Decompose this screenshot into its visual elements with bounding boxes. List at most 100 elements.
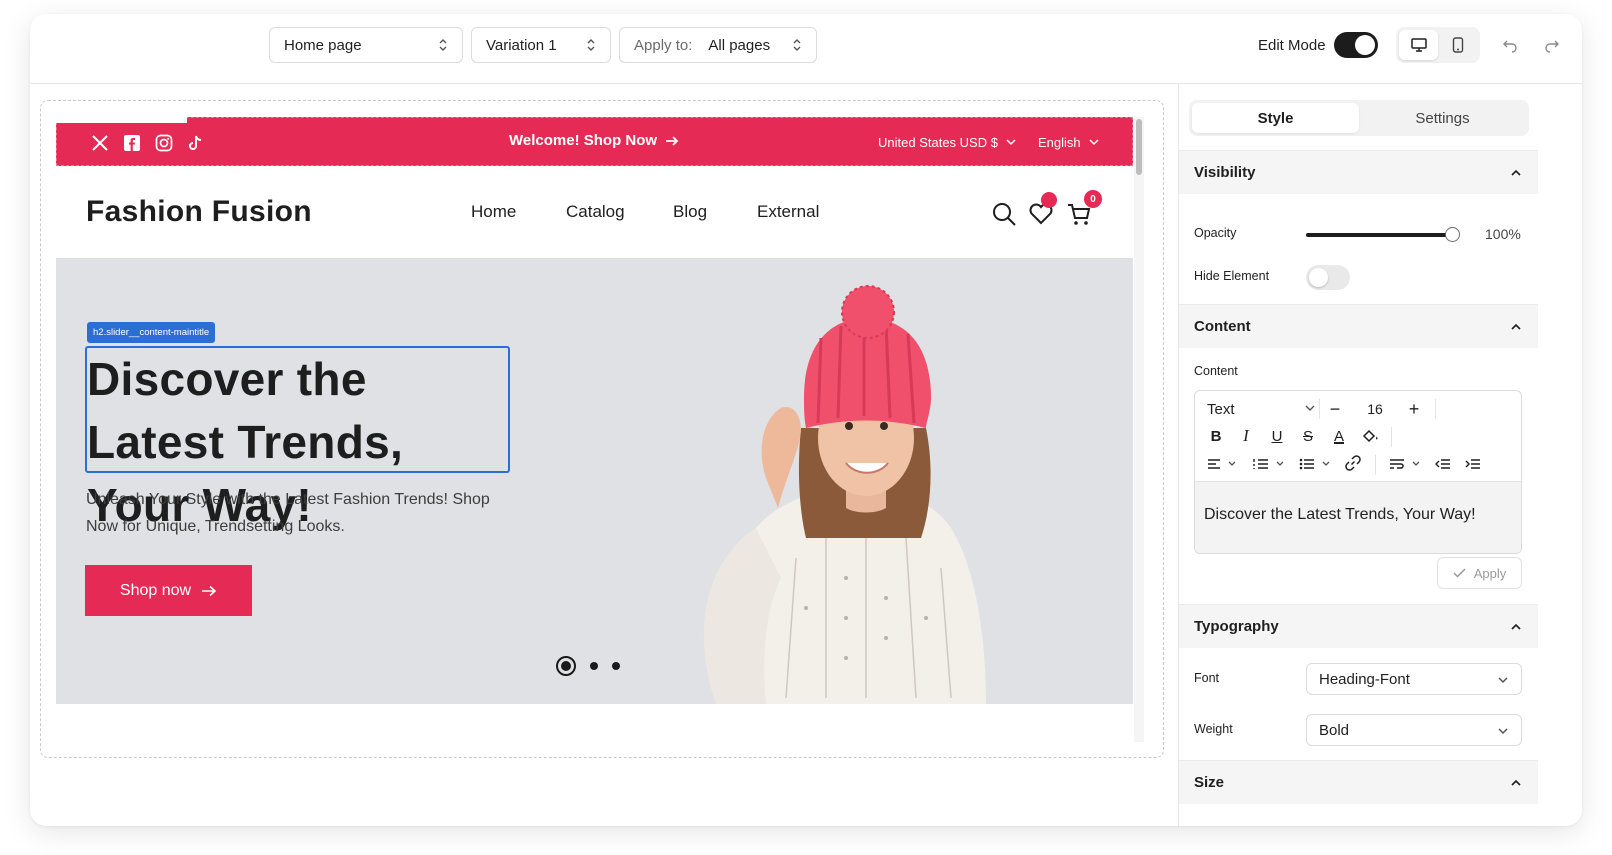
strikethrough-icon[interactable]: S [1297, 425, 1319, 447]
nav-item-blog[interactable]: Blog [673, 202, 707, 222]
device-switcher [1396, 27, 1480, 63]
content-section-header[interactable]: Content [1179, 304, 1538, 348]
panel-tabs: Style Settings [1189, 100, 1529, 136]
apply-to-value: All pages [708, 36, 771, 54]
weight-label: Weight [1194, 722, 1233, 736]
chevron-down-icon [1498, 728, 1508, 735]
font-select[interactable]: Heading-Font [1306, 663, 1522, 695]
apply-to-label: Apply to: [634, 36, 693, 54]
welcome-link[interactable]: Welcome! Shop Now [509, 132, 679, 149]
hero-subtitle[interactable]: Unleash Your Style with the Latest Fashi… [86, 486, 516, 540]
italic-icon[interactable]: I [1235, 425, 1257, 447]
scrollbar-thumb[interactable] [1136, 119, 1142, 175]
hide-element-toggle[interactable] [1306, 265, 1350, 290]
outdent-icon[interactable] [1435, 458, 1451, 470]
chevron-up-icon [1511, 323, 1521, 330]
editor-window: Home page Variation 1 Apply to: All page… [30, 14, 1582, 826]
slide-dot-active[interactable] [556, 656, 576, 676]
font-size-decrease-button[interactable]: − [1323, 397, 1347, 421]
rich-text-editor: Text − 16 + B I U S A Discover the Lates [1194, 390, 1522, 554]
content-textarea[interactable]: Discover the Latest Trends, Your Way! [1195, 481, 1521, 553]
preview-canvas: Welcome! Shop Now United States USD $ En… [40, 100, 1164, 758]
font-size-value[interactable]: 16 [1358, 397, 1392, 421]
facebook-icon[interactable] [122, 133, 142, 153]
edit-mode-label: Edit Mode [1258, 37, 1326, 54]
slider-thumb[interactable] [1445, 227, 1460, 242]
content-field-label: Content [1194, 364, 1238, 378]
up-down-chevron-icon [793, 39, 801, 51]
mobile-icon [1452, 37, 1463, 53]
slide-dot[interactable] [612, 662, 620, 670]
chevron-down-icon [1498, 677, 1508, 684]
link-icon[interactable] [1345, 455, 1361, 471]
canvas-scrollbar[interactable] [1134, 117, 1144, 742]
tab-settings[interactable]: Settings [1359, 103, 1526, 133]
brand-logo[interactable]: Fashion Fusion [86, 195, 312, 229]
selection-outline [85, 346, 510, 473]
slide-dot[interactable] [590, 662, 598, 670]
bold-icon[interactable]: B [1205, 425, 1227, 447]
properties-panel: Style Settings Visibility Opacity 100% H… [1178, 84, 1582, 826]
x-icon[interactable] [90, 133, 110, 153]
variation-select-value: Variation 1 [486, 36, 557, 54]
bullet-list-icon[interactable] [1299, 458, 1333, 470]
opacity-label: Opacity [1194, 226, 1237, 240]
nav-item-external[interactable]: External [757, 202, 819, 222]
toggle-knob [1309, 268, 1328, 287]
opacity-value: 100% [1485, 226, 1521, 242]
nav-item-catalog[interactable]: Catalog [566, 202, 625, 222]
text-wrap-icon[interactable] [1389, 458, 1423, 470]
indent-icon[interactable] [1465, 458, 1481, 470]
hide-element-label: Hide Element [1194, 269, 1270, 283]
shop-now-button[interactable]: Shop now [85, 565, 252, 616]
arrow-right-icon [666, 135, 679, 146]
currency-select[interactable]: United States USD $ [878, 135, 1016, 150]
text-type-value: Text [1207, 400, 1235, 418]
opacity-slider[interactable] [1306, 227, 1460, 242]
search-icon[interactable] [991, 201, 1017, 227]
language-select[interactable]: English [1038, 135, 1099, 150]
instagram-icon[interactable] [154, 133, 174, 153]
welcome-text: Welcome! Shop Now [509, 132, 658, 149]
page-select-value: Home page [284, 36, 362, 54]
underline-icon[interactable]: U [1266, 425, 1288, 447]
chevron-down-icon[interactable] [1305, 405, 1315, 412]
text-color-icon[interactable]: A [1328, 425, 1350, 447]
desktop-icon [1410, 38, 1427, 52]
shop-now-label: Shop now [119, 581, 192, 599]
content-title: Content [1194, 318, 1251, 335]
font-size-increase-button[interactable]: + [1402, 397, 1426, 421]
ordered-list-icon[interactable] [1253, 458, 1287, 470]
visibility-section-header[interactable]: Visibility [1179, 150, 1538, 194]
chevron-up-icon [1511, 779, 1521, 786]
site-preview: Welcome! Shop Now United States USD $ En… [56, 117, 1133, 757]
mobile-view-button[interactable] [1438, 30, 1477, 60]
desktop-view-button[interactable] [1399, 30, 1438, 60]
top-toolbar: Home page Variation 1 Apply to: All page… [30, 14, 1582, 84]
apply-button[interactable]: Apply [1437, 557, 1522, 589]
up-down-chevron-icon [439, 39, 447, 51]
page-select[interactable]: Home page [269, 27, 463, 63]
apply-to-select[interactable]: Apply to: All pages [619, 27, 817, 63]
selected-element-tag: h2.slider__content-maintitle [87, 322, 216, 343]
size-section-header[interactable]: Size [1179, 760, 1538, 804]
align-left-icon[interactable] [1207, 458, 1239, 470]
chevron-down-icon [1089, 139, 1099, 146]
undo-icon[interactable] [1502, 37, 1518, 53]
typography-section-header[interactable]: Typography [1179, 604, 1538, 648]
visibility-title: Visibility [1194, 164, 1256, 181]
announcement-bar[interactable]: Welcome! Shop Now United States USD $ En… [56, 117, 1133, 166]
apply-label: Apply [1473, 565, 1507, 581]
variation-select[interactable]: Variation 1 [471, 27, 611, 63]
weight-select[interactable]: Bold [1306, 714, 1522, 746]
redo-icon[interactable] [1544, 37, 1560, 53]
text-type-select[interactable]: Text [1207, 397, 1235, 421]
chevron-up-icon [1511, 623, 1521, 630]
toggle-knob [1355, 35, 1375, 55]
size-title: Size [1194, 774, 1225, 791]
tiktok-icon[interactable] [185, 133, 205, 153]
nav-item-home[interactable]: Home [471, 202, 516, 222]
highlight-bucket-icon[interactable] [1361, 428, 1379, 444]
tab-style[interactable]: Style [1192, 103, 1359, 133]
edit-mode-toggle[interactable] [1334, 32, 1378, 58]
